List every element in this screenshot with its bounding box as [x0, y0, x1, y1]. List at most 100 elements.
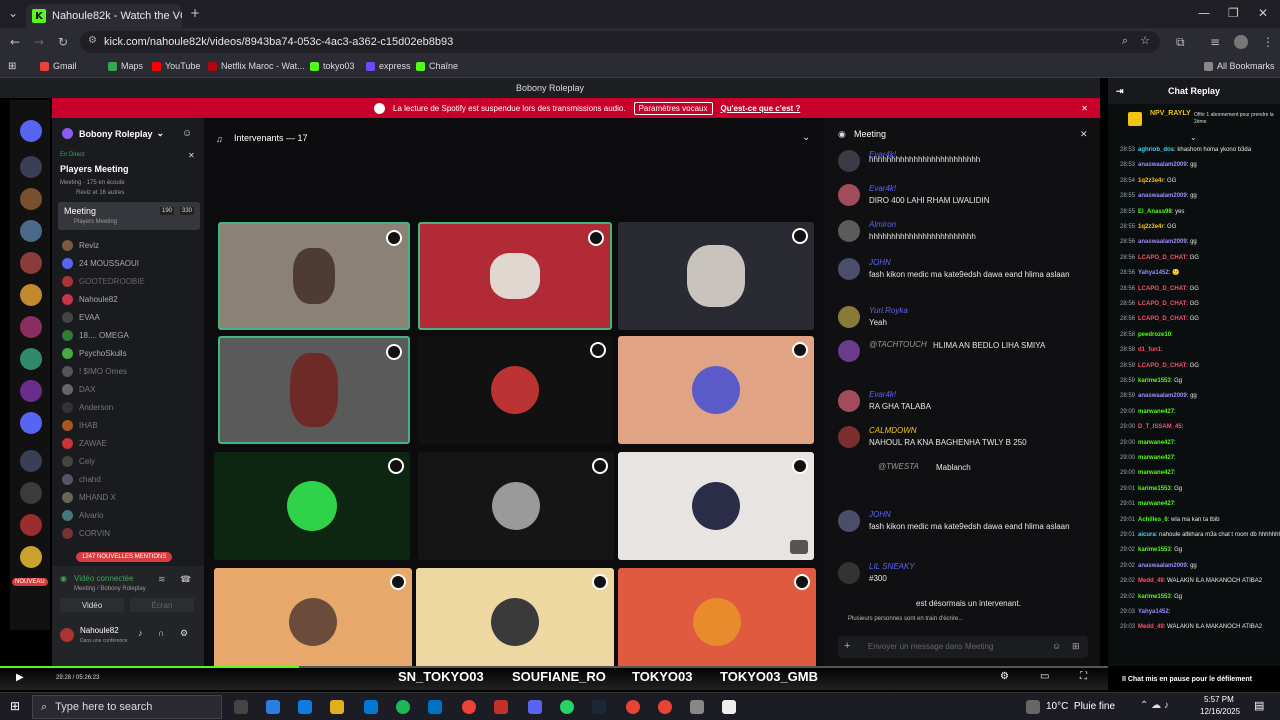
- chat-username[interactable]: marwane427: [1138, 501, 1174, 507]
- chrome-icon[interactable]: [462, 700, 476, 714]
- edge-icon[interactable]: [298, 700, 312, 714]
- window-close-icon[interactable]: ✕: [1258, 6, 1268, 20]
- bookmark-maps[interactable]: Maps: [108, 61, 143, 71]
- chat-username[interactable]: anaswaalam2009: [1138, 193, 1187, 199]
- avatar-tile[interactable]: [214, 568, 412, 676]
- menu-icon[interactable]: ⋮: [1262, 35, 1274, 49]
- chat-username[interactable]: LCAPO_D_CHAT: [1138, 255, 1186, 261]
- chat-username[interactable]: Achilles_6: [1138, 517, 1168, 523]
- back-icon[interactable]: ←: [10, 35, 20, 49]
- chat-username[interactable]: Medd_49: [1138, 578, 1164, 584]
- spotify-taskbar-icon[interactable]: [396, 700, 410, 714]
- chat-username[interactable]: Yahya1452: [1138, 609, 1169, 615]
- chat-username[interactable]: LCAPO_D_CHAT: [1138, 301, 1186, 307]
- copilot-icon[interactable]: [266, 700, 280, 714]
- chevron-down-icon[interactable]: ⌄: [802, 132, 810, 143]
- chat-username[interactable]: karime1553: [1138, 486, 1171, 492]
- tile-menu-icon[interactable]: [388, 458, 404, 474]
- headphones-icon[interactable]: ∩: [158, 628, 164, 638]
- video-tile-speaker-1[interactable]: [218, 222, 410, 330]
- video-tile-speaker-3[interactable]: [618, 222, 814, 330]
- more-options-icon[interactable]: [790, 540, 808, 554]
- server-icon[interactable]: [20, 284, 42, 306]
- member-item[interactable]: Anderson: [62, 402, 202, 413]
- reload-icon[interactable]: ↻: [58, 35, 68, 49]
- bookmark-netflix[interactable]: Netflix Maroc - Wat...: [208, 61, 305, 71]
- apps-icon[interactable]: ⊞: [1072, 641, 1080, 652]
- bookmark-tokyo03[interactable]: tokyo03: [310, 61, 355, 71]
- member-item[interactable]: EVAA: [62, 312, 202, 323]
- avatar-tile[interactable]: [416, 568, 614, 676]
- disconnect-icon[interactable]: ☎: [180, 574, 191, 585]
- video-tile-speaker-2[interactable]: [418, 222, 612, 330]
- close-chat-icon[interactable]: ✕: [1080, 129, 1088, 140]
- member-item[interactable]: 18.... OMEGA: [62, 330, 202, 341]
- server-icon[interactable]: [20, 188, 42, 210]
- server-icon[interactable]: [20, 120, 42, 142]
- server-icon[interactable]: [20, 482, 42, 504]
- chat-input[interactable]: + Envoyer un message dans Meeting ☺ ⊞: [838, 636, 1088, 658]
- chat-username[interactable]: anaswaalam2009: [1138, 393, 1187, 399]
- apps-grid-icon[interactable]: ⊞: [8, 61, 16, 72]
- chat-username[interactable]: karime1553: [1138, 378, 1171, 384]
- chat-username[interactable]: anaswaalam2009: [1138, 239, 1187, 245]
- chat-username[interactable]: karime1553: [1138, 594, 1171, 600]
- tile-menu-icon[interactable]: [592, 458, 608, 474]
- fullscreen-icon[interactable]: ⛶: [1080, 671, 1087, 682]
- seek-bar[interactable]: [0, 666, 1108, 668]
- video-button[interactable]: Vidéo: [60, 598, 124, 612]
- settings-icon[interactable]: ⚙: [1000, 671, 1009, 682]
- steam-icon[interactable]: [592, 700, 606, 714]
- tile-menu-icon[interactable]: [386, 230, 402, 246]
- collapse-chat-icon[interactable]: ⇥: [1116, 78, 1124, 104]
- store-icon[interactable]: [364, 700, 378, 714]
- screen-button[interactable]: Écran: [130, 598, 194, 612]
- bookmark-youtube[interactable]: YouTube: [152, 61, 200, 71]
- expand-icon[interactable]: ⌄: [1190, 133, 1197, 142]
- server-icon[interactable]: [20, 450, 42, 472]
- mentions-badge[interactable]: 1247 NOUVELLES MENTIONS: [76, 552, 173, 562]
- chat-username[interactable]: d1_fun1: [1138, 347, 1161, 353]
- voice-settings-button[interactable]: Paramètres vocaux: [633, 101, 713, 115]
- tile-menu-icon[interactable]: [386, 344, 402, 360]
- member-item[interactable]: CORVIN: [62, 528, 202, 539]
- member-item[interactable]: MHAND X: [62, 492, 202, 503]
- add-attachment-icon[interactable]: +: [844, 640, 850, 652]
- discord-icon[interactable]: [528, 700, 542, 714]
- chat-username[interactable]: LCAPO_D_CHAT: [1138, 316, 1186, 322]
- mail-icon[interactable]: [428, 700, 442, 714]
- server-icon[interactable]: [20, 546, 42, 568]
- theater-icon[interactable]: ▭: [1040, 671, 1049, 682]
- server-icon[interactable]: [20, 380, 42, 402]
- site-info-icon[interactable]: ⚙: [88, 35, 97, 46]
- server-icon[interactable]: [20, 348, 42, 370]
- chat-username[interactable]: 1q2z3e4r: [1138, 224, 1164, 230]
- new-tab-button[interactable]: +: [190, 6, 200, 20]
- tile-menu-icon[interactable]: [792, 458, 808, 474]
- all-bookmarks[interactable]: All Bookmarks: [1204, 61, 1275, 71]
- restore-icon[interactable]: ❐: [1228, 6, 1239, 20]
- chat-username[interactable]: aghriob_dos: [1138, 147, 1174, 153]
- server-icon[interactable]: [20, 514, 42, 536]
- server-icon[interactable]: [20, 252, 42, 274]
- pinned-gift-banner[interactable]: NPV_RAYLY Offrir 1 abonnement pour prend…: [1128, 108, 1278, 134]
- member-item[interactable]: IHAB: [62, 420, 202, 431]
- chat-username[interactable]: aicura: [1138, 532, 1156, 538]
- app-icon[interactable]: [494, 700, 508, 714]
- avatar-tile[interactable]: [214, 452, 410, 560]
- explorer-icon[interactable]: [330, 700, 344, 714]
- user-avatar[interactable]: [60, 628, 74, 642]
- extensions-icon[interactable]: ⧉: [1176, 35, 1185, 50]
- tile-menu-icon[interactable]: [588, 230, 604, 246]
- app-icon[interactable]: [722, 700, 736, 714]
- close-notice-icon[interactable]: ✕: [1081, 104, 1088, 113]
- chat-username[interactable]: Medd_49: [1138, 624, 1164, 630]
- server-icon[interactable]: [20, 220, 42, 242]
- tile-menu-icon[interactable]: [792, 342, 808, 358]
- chat-username[interactable]: LCAPO_D_CHAT: [1138, 286, 1186, 292]
- tray-icons[interactable]: ⌃ ☁ ♪: [1140, 700, 1169, 711]
- windows-start-icon[interactable]: ⊞: [10, 699, 20, 713]
- member-item[interactable]: Reviz: [62, 240, 202, 251]
- chat-username[interactable]: anaswaalam2009: [1138, 162, 1187, 168]
- tile-menu-icon[interactable]: [390, 574, 406, 590]
